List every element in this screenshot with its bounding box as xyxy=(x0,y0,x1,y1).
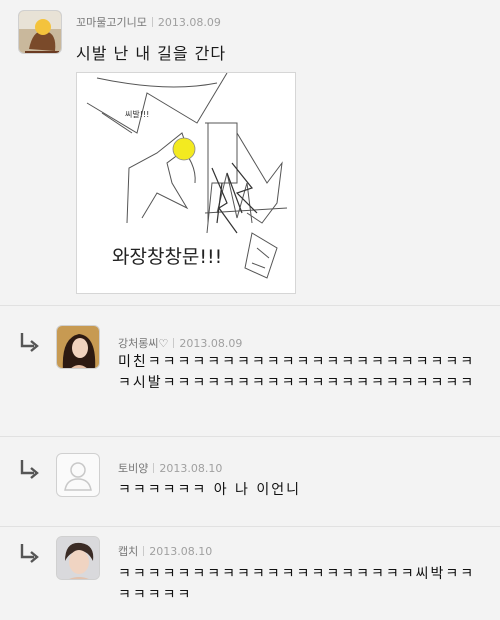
reply-arrow-icon xyxy=(20,333,39,352)
drawing-big-text: 와장창창문!!! xyxy=(112,246,222,268)
reply-arrow-icon xyxy=(20,544,39,563)
post-author-avatar[interactable] xyxy=(18,10,62,54)
meta-divider xyxy=(143,546,145,556)
comment-meta: 토비양 2013.08.10 xyxy=(118,460,222,476)
meta-divider xyxy=(151,17,153,27)
comment-author-name[interactable]: 강처롱씨♡ xyxy=(118,337,168,350)
comment-author-name[interactable]: 캡치 xyxy=(118,545,138,558)
comment-date: 2013.08.09 xyxy=(179,337,243,350)
comment-author-avatar[interactable] xyxy=(56,325,100,369)
comment-item: 캡치 2013.08.10 ㅋㅋㅋㅋㅋㅋㅋㅋㅋㅋㅋㅋㅋㅋㅋㅋㅋㅋㅋㅋ씨박ㅋㅋㅋㅋㅋ… xyxy=(0,526,500,620)
comment-text: 미친ㅋㅋㅋㅋㅋㅋㅋㅋㅋㅋㅋㅋㅋㅋㅋㅋㅋㅋㅋㅋㅋㅋㅋ시발ㅋㅋㅋㅋㅋㅋㅋㅋㅋㅋㅋㅋㅋ… xyxy=(118,354,476,391)
avatar-image xyxy=(57,537,99,579)
reply-arrow-icon xyxy=(20,460,39,479)
meta-divider xyxy=(153,463,155,473)
comment-author-avatar[interactable] xyxy=(56,453,100,497)
comment-item: 강처롱씨♡ 2013.08.09 미친ㅋㅋㅋㅋㅋㅋㅋㅋㅋㅋㅋㅋㅋㅋㅋㅋㅋㅋㅋㅋㅋㅋ… xyxy=(0,305,500,437)
post-body-text: 시발 난 내 길을 간다 xyxy=(76,44,227,63)
comment-date: 2013.08.10 xyxy=(149,545,213,558)
drawing-small-text: 씨발!!! xyxy=(125,109,149,119)
original-post: 꼬마물고기니모 2013.08.09 시발 난 내 길을 간다 씨발!!! 와장… xyxy=(0,0,500,306)
post-meta: 꼬마물고기니모 2013.08.09 xyxy=(76,14,221,30)
drawing-sketch: 씨발!!! 와장창창문!!! xyxy=(86,73,288,279)
post-author-name[interactable]: 꼬마물고기니모 xyxy=(76,16,147,29)
avatar-image xyxy=(19,11,61,53)
comment-author-name[interactable]: 토비양 xyxy=(118,462,148,475)
comment-text: ㅋㅋㅋㅋㅋㅋ 아 나 이언니 xyxy=(118,482,302,498)
post-drawing-image[interactable]: 씨발!!! 와장창창문!!! xyxy=(76,72,296,294)
comment-date: 2013.08.10 xyxy=(159,462,223,475)
user-silhouette-icon xyxy=(64,462,92,491)
avatar-image xyxy=(57,326,99,368)
post-date: 2013.08.09 xyxy=(157,16,221,29)
comment-meta: 강처롱씨♡ 2013.08.09 xyxy=(118,335,242,351)
comment-item: 토비양 2013.08.10 ㅋㅋㅋㅋㅋㅋ 아 나 이언니 xyxy=(0,436,500,527)
comment-author-avatar[interactable] xyxy=(56,536,100,580)
comment-text: ㅋㅋㅋㅋㅋㅋㅋㅋㅋㅋㅋㅋㅋㅋㅋㅋㅋㅋㅋㅋ씨박ㅋㅋㅋㅋㅋㅋㅋ xyxy=(118,566,476,603)
comment-meta: 캡치 2013.08.10 xyxy=(118,543,212,559)
meta-divider xyxy=(173,338,175,348)
